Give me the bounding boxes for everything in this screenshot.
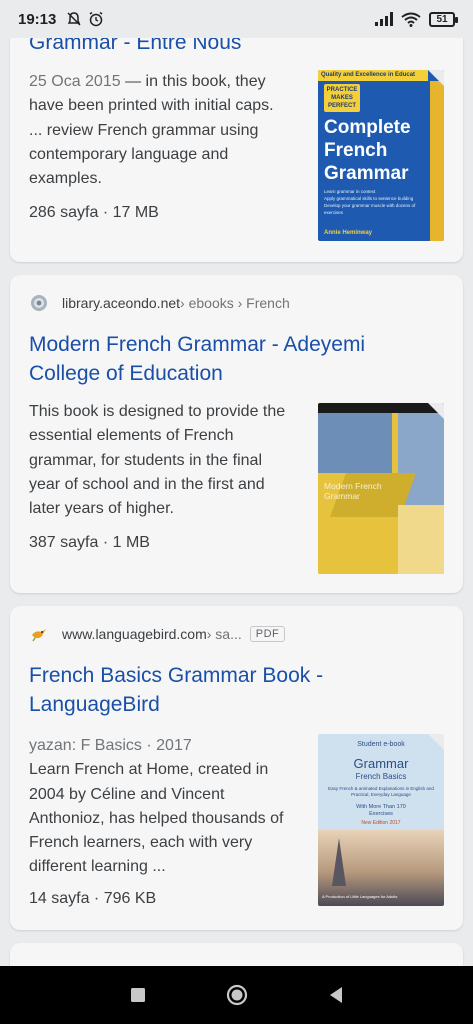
page-fold <box>428 70 444 86</box>
cover-banner: Quality and Excellence in Educat <box>318 70 428 81</box>
result-source[interactable]: library.aceondo.net › ebooks › French <box>30 294 290 312</box>
wifi-icon <box>401 12 421 27</box>
book-cover-thumbnail[interactable]: Quality and Excellence in Educat PRACTIC… <box>318 70 444 241</box>
page-fold <box>428 403 444 419</box>
cover-description: Easy French & animated Explanations in E… <box>328 786 434 797</box>
cover-exercises: With More Than 170 Exercises <box>356 804 406 817</box>
back-button[interactable] <box>328 986 344 1004</box>
eiffel-tower-shape <box>332 838 346 886</box>
result-meta: 14 sayfa · 796 KB <box>29 890 157 907</box>
result-source[interactable]: www.languagebird.com › sa... PDF <box>30 625 286 643</box>
alarm-icon <box>89 11 103 27</box>
cover-title: Grammar <box>353 756 409 771</box>
result-meta: 387 sayfa · 1 MB <box>29 534 150 551</box>
search-result-card[interactable]: library.aceondo.net › ebooks › French Mo… <box>10 275 463 593</box>
cover-top-bar <box>318 403 444 413</box>
book-cover-thumbnail[interactable]: Student e-book Grammar French Basics Eas… <box>318 734 444 906</box>
clock: 19:13 <box>18 10 57 28</box>
cover-subtitle: French Basics <box>355 772 407 781</box>
search-result-card[interactable]: Grammar - Entre Nous 25 Oca 2015 — in th… <box>10 0 463 262</box>
cover-shape <box>398 505 444 574</box>
cover-title: Complete French Grammar <box>324 117 411 184</box>
system-navigation-bar <box>0 966 473 1024</box>
cover-shape <box>318 413 392 473</box>
cover-badge: PRACTICE MAKES PERFECT <box>324 84 360 112</box>
result-date: 25 Oca 2015 <box>29 73 121 90</box>
cover-title: Modern French Grammar <box>324 481 382 501</box>
book-cover-thumbnail[interactable]: Modern French Grammar <box>318 403 444 574</box>
cover-edge <box>430 81 444 241</box>
signal-icon <box>375 12 393 26</box>
result-snippet: This book is designed to provide the ess… <box>29 403 286 518</box>
battery-indicator: 51 <box>429 11 458 27</box>
cover-edition: New Edition 2017 <box>361 820 401 826</box>
result-domain: library.aceondo.net <box>62 295 181 311</box>
globe-icon <box>31 295 47 311</box>
cover-publisher: A Production of Little Languages for Adu… <box>322 894 398 899</box>
cover-author: Annie Heminway <box>324 230 373 236</box>
notifications-off-icon <box>67 12 81 26</box>
result-snippet: 25 Oca 2015 — in this book, they have be… <box>29 73 274 188</box>
status-bar: 19:13 51 <box>0 0 473 38</box>
result-snippet: yazan: F Basics · 2017 Learn French at H… <box>29 734 291 880</box>
result-domain: www.languagebird.com <box>62 626 207 642</box>
pdf-badge: PDF <box>249 626 286 642</box>
result-title-link[interactable]: Modern French Grammar - Adeyemi College … <box>29 330 439 388</box>
result-path: › ebooks › French <box>180 295 290 311</box>
page-fold <box>428 734 444 750</box>
result-title-link[interactable]: French Basics Grammar Book - LanguageBir… <box>29 661 439 719</box>
result-byline: yazan: F Basics · 2017 <box>29 737 192 754</box>
bird-icon <box>32 629 46 642</box>
result-meta: 286 sayfa · 17 MB <box>29 204 159 221</box>
home-button[interactable] <box>226 984 248 1006</box>
cover-bullets: Learn grammar in context Apply grammatic… <box>324 189 416 215</box>
cover-top-text: Student e-book <box>357 741 405 748</box>
recent-apps-button[interactable] <box>130 987 146 1003</box>
search-result-card[interactable]: www.languagebird.com › sa... PDF French … <box>10 606 463 930</box>
result-path: › sa... <box>206 626 242 642</box>
